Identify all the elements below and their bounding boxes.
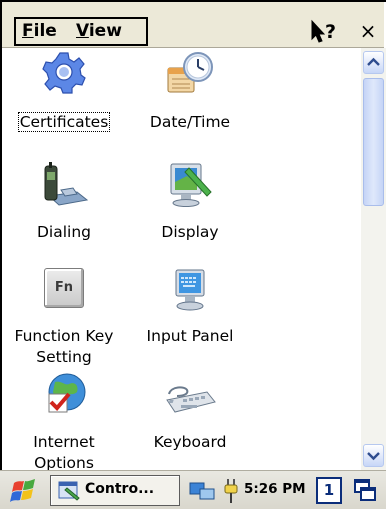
svg-text:?: ? [325,21,336,43]
item-input-panel-label: Input Panel [146,327,234,345]
item-dialing[interactable]: Dialing [4,160,124,250]
item-function-key-setting-label-line1: Function Key [14,327,114,345]
help-button[interactable]: ? [304,16,348,46]
menu-bar: File View ? × [2,2,384,48]
phone-dialing-icon [44,162,89,206]
menu-file-rest: ile [33,21,57,41]
item-internet-options-label-line2: Options [34,454,94,470]
item-dialing-label: Dialing [36,223,91,241]
scroll-up-button[interactable] [363,51,384,74]
item-date-time[interactable]: Date/Time [130,48,250,138]
display-monitor-icon [170,163,212,207]
control-panel-list: Certificates Date/Time Dialing Display F… [2,48,361,470]
item-internet-options-label-line1: Internet [33,433,95,451]
power-plug-icon [224,479,238,503]
taskbar: Contro... 5:26 PM 1 [0,470,386,509]
keyboard-icon [166,386,216,413]
scroll-thumb[interactable] [363,78,384,206]
start-button[interactable] [8,477,42,505]
chevron-down-icon [367,452,380,461]
item-keyboard-label: Keyboard [153,433,227,451]
windows-flag-icon [10,479,35,502]
menu-file[interactable]: File [22,21,57,41]
fn-key-label: Fn [54,280,74,295]
menu-file-accelerator: F [22,21,34,41]
input-panel-icon [175,269,205,311]
item-certificates-label: Certificates [17,112,111,132]
network-icon [189,482,215,500]
control-panel-icon [58,481,80,501]
power-tray[interactable] [222,477,240,505]
taskbar-item-control-panel[interactable]: Contro... [50,475,180,506]
item-internet-options[interactable]: Internet Options [4,370,124,470]
menu-view-rest: iew [88,21,122,41]
item-input-panel[interactable]: Input Panel [130,266,250,376]
item-display-label: Display [161,223,219,241]
scroll-down-button[interactable] [363,444,384,467]
help-cursor-icon: ? [311,19,336,43]
item-keyboard[interactable]: Keyboard [130,370,250,470]
item-certificates[interactable]: Certificates [4,48,124,138]
item-function-key-setting[interactable]: Fn Function Key Setting [4,266,124,376]
taskbar-item-label: Contro... [85,481,155,497]
network-tray[interactable] [188,479,218,503]
certificates-gear-icon [42,52,86,94]
item-display[interactable]: Display [130,160,250,250]
clock-calendar-icon [167,52,213,93]
menu-view[interactable]: View [76,21,122,41]
menu-container: File View [14,17,148,46]
windows-switch-icon [354,479,376,501]
switch-window-button[interactable] [352,477,378,504]
close-button[interactable]: × [352,16,384,46]
globe-check-icon [48,373,86,413]
clock[interactable]: 5:26 PM [244,481,306,497]
chevron-up-icon [367,57,380,66]
input-method-indicator[interactable]: 1 [316,477,342,504]
menu-view-accelerator: V [76,21,89,41]
fn-key-icon: Fn [44,268,84,308]
vertical-scrollbar[interactable] [361,48,386,470]
item-date-time-label: Date/Time [149,113,231,131]
item-function-key-setting-label-line2: Setting [36,348,92,366]
